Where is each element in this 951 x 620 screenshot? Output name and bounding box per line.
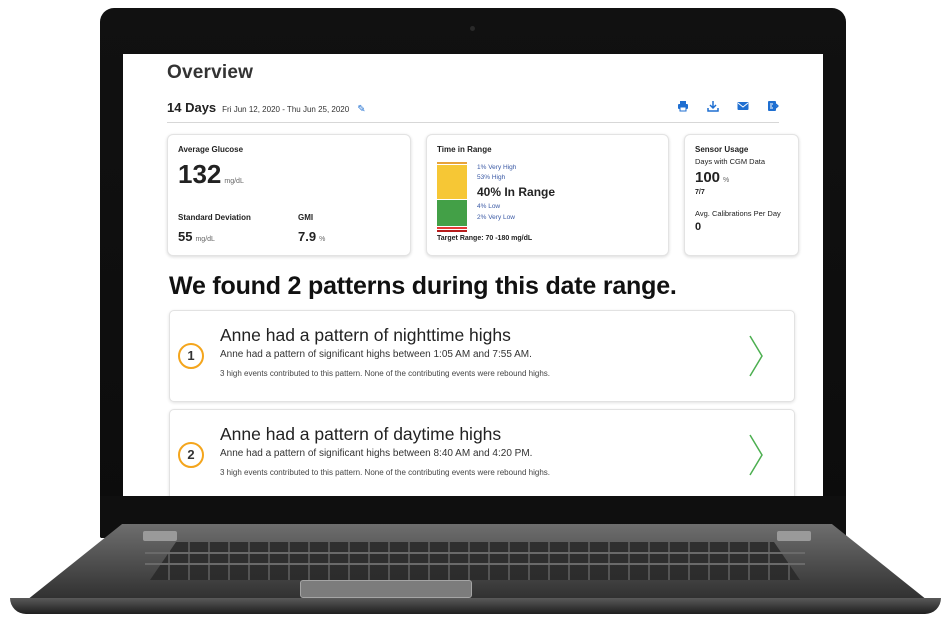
tir-segment-very-low [437, 230, 467, 234]
standard-deviation-label: Standard Deviation [178, 213, 251, 222]
cgm-days-value: 100% [695, 169, 730, 186]
pattern-note: 3 high events contributed to this patter… [220, 468, 550, 477]
glucose-report-app: Overview 14 Days Fri Jun 12, 2020 - Thu … [123, 54, 823, 496]
cgm-days-unit: % [723, 177, 730, 184]
export-icon[interactable] [767, 100, 779, 112]
glucose-stats-card: Average Glucose 132 mg/dL Standard Deviat… [167, 134, 411, 256]
pattern-title: Anne had a pattern of daytime highs [220, 424, 502, 444]
download-icon[interactable] [707, 100, 719, 112]
date-range: Fri Jun 12, 2020 - Thu Jun 25, 2020 [222, 105, 350, 114]
time-in-range-bar [437, 162, 467, 234]
chevron-right-icon[interactable] [748, 434, 764, 476]
time-in-range-card: Time in Range 1% Very High 53% High 40% … [426, 134, 669, 256]
pattern-note: 3 high events contributed to this patter… [220, 369, 550, 378]
standard-deviation-unit: mg/dL [195, 236, 215, 243]
calibrations-label: Avg. Calibrations Per Day [695, 209, 781, 218]
email-icon[interactable] [737, 100, 749, 112]
pattern-number-badge: 1 [178, 343, 204, 369]
hinge-right [777, 531, 811, 541]
in-range-label: 40% In Range [477, 185, 556, 199]
average-glucose-unit: mg/dL [224, 178, 244, 185]
pattern-card[interactable]: 1 Anne had a pattern of nighttime highs … [169, 310, 795, 402]
low-label: 4% Low [477, 203, 501, 210]
date-range-row: 14 Days Fri Jun 12, 2020 - Thu Jun 25, 2… [167, 100, 366, 115]
standard-deviation-value: 55 mg/dL [178, 229, 215, 244]
sensor-usage-card: Sensor Usage Days with CGM Data 100% 7/7… [684, 134, 799, 256]
time-in-range-label: Time in Range [437, 145, 492, 154]
page-title: Overview [167, 62, 254, 83]
gmi-value: 7.9% [298, 229, 326, 244]
divider [167, 122, 779, 123]
pattern-card[interactable]: 2 Anne had a pattern of daytime highs An… [169, 409, 795, 496]
report-toolbar [677, 100, 779, 112]
chevron-right-icon[interactable] [748, 335, 764, 377]
days-count: 14 Days [167, 100, 217, 115]
keyboard [150, 542, 800, 580]
pattern-subtitle: Anne had a pattern of significant highs … [220, 349, 532, 360]
hinge-left [143, 531, 177, 541]
pattern-number-badge: 2 [178, 442, 204, 468]
laptop-screen: Overview 14 Days Fri Jun 12, 2020 - Thu … [123, 54, 823, 496]
patterns-headline: We found 2 patterns during this date ran… [169, 272, 677, 300]
print-icon[interactable] [677, 100, 689, 112]
average-glucose-value: 132 mg/dL [178, 159, 244, 189]
pattern-title: Anne had a pattern of nighttime highs [220, 325, 511, 345]
average-glucose-label: Average Glucose [178, 145, 244, 154]
target-range: Target Range: 70 -180 mg/dL [437, 235, 533, 242]
webcam [470, 26, 475, 31]
cgm-days-ratio: 7/7 [695, 189, 705, 196]
gmi-unit: % [319, 236, 326, 243]
tir-segment-in-range [437, 199, 467, 227]
keyboard-row [145, 563, 805, 565]
very-high-label: 1% Very High [477, 164, 517, 171]
cgm-days-label: Days with CGM Data [695, 157, 766, 166]
trackpad [300, 580, 472, 598]
tir-segment-high [437, 165, 467, 200]
calibrations-value: 0 [695, 221, 702, 233]
pattern-subtitle: Anne had a pattern of significant highs … [220, 448, 533, 459]
keyboard-row [145, 552, 805, 554]
laptop-front-edge [10, 598, 941, 614]
very-low-label: 2% Very Low [477, 214, 515, 221]
gmi-label: GMI [298, 213, 314, 222]
sensor-usage-label: Sensor Usage [695, 145, 749, 154]
edit-pencil-icon[interactable]: ✎ [357, 104, 365, 115]
high-label: 53% High [477, 174, 506, 181]
